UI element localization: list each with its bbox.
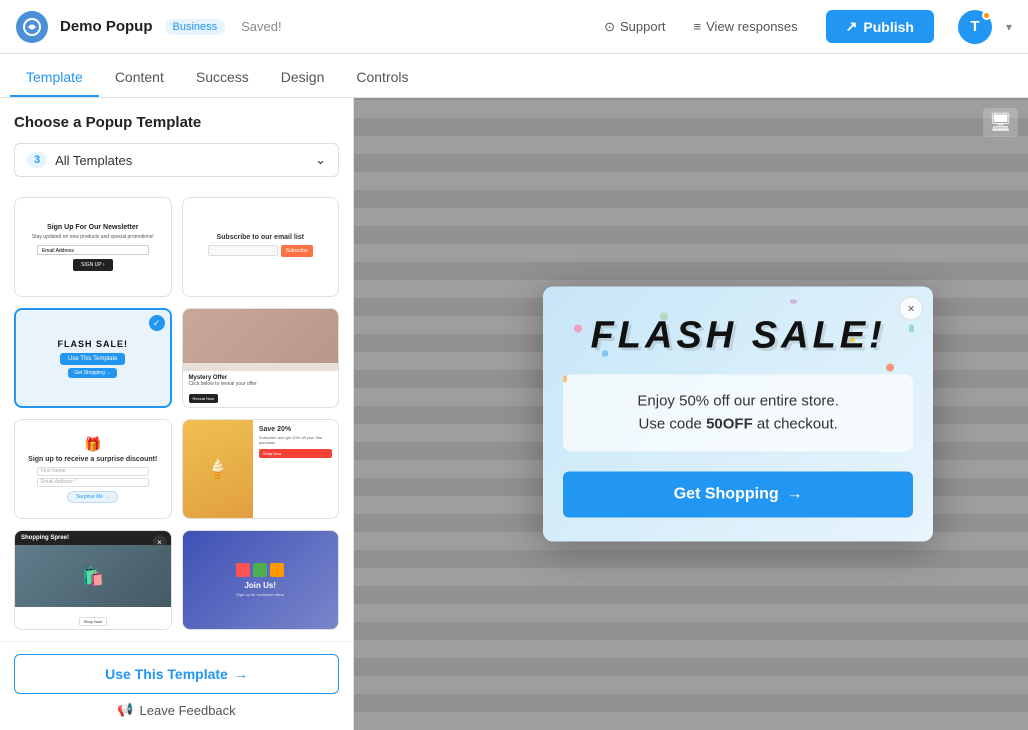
avatar[interactable]: T — [958, 10, 992, 44]
template-card-flashsale[interactable]: ✓ FLASH SALE! Use This Template Get Shop… — [14, 308, 172, 408]
use-template-button[interactable]: Use This Template → — [14, 654, 339, 694]
popup-cta-button[interactable]: Get Shopping → — [563, 472, 913, 518]
notification-dot — [982, 11, 991, 20]
view-responses-link[interactable]: ≡ View responses — [694, 19, 798, 34]
card-input: Email Address — [37, 245, 149, 255]
cta-arrow-icon: → — [787, 486, 803, 504]
card-footer: Shop Now — [15, 607, 171, 629]
card-title: Subscribe to our email list — [216, 234, 304, 241]
support-label: Support — [620, 19, 666, 34]
template-card-subscribe[interactable]: Subscribe to our email list Subscribe — [182, 197, 340, 297]
sidebar-footer: Use This Template → 📢 Leave Feedback — [0, 641, 353, 730]
card-title: Join Us! — [244, 581, 276, 590]
tab-success[interactable]: Success — [180, 59, 265, 97]
list-icon: ≡ — [694, 19, 702, 34]
popup-body-text: Enjoy 50% off our entire store. Use code… — [579, 391, 897, 436]
popup-flash-sale-title: FLASH SALE! — [573, 317, 903, 355]
arrow-icon: → — [234, 666, 248, 682]
card-form: Subscribe — [208, 245, 313, 257]
question-icon: ⊙ — [604, 19, 615, 35]
share-icon: ↗ — [846, 18, 858, 35]
tab-template[interactable]: Template — [10, 59, 99, 97]
popup-modal: × FLASH SALE! Enjoy 50% off our entire s… — [543, 287, 933, 542]
card-email: Email Address * — [37, 478, 149, 487]
card-title: Sign Up For Our Newsletter — [47, 224, 138, 231]
sidebar: Choose a Popup Template 3 All Templates … — [0, 98, 354, 730]
filter-label: All Templates — [55, 153, 132, 168]
app-title: Demo Popup — [60, 18, 153, 35]
main-preview: 🖥 × FLASH SALE! Enjoy — [354, 98, 1028, 730]
app-logo — [16, 11, 48, 43]
tab-design[interactable]: Design — [265, 59, 341, 97]
card-header: Shopping Spree! — [15, 531, 171, 545]
template-card-shopping-spree[interactable]: × Shopping Spree! 🛍️ Shop Now — [14, 530, 172, 630]
tab-controls[interactable]: Controls — [340, 59, 424, 97]
card-use-btn[interactable]: Use This Template — [60, 353, 125, 365]
close-icon: × — [908, 302, 915, 316]
card-image: 🛍️ — [15, 545, 171, 607]
card-first-name: First Name — [37, 467, 149, 476]
leave-feedback-link[interactable]: 📢 Leave Feedback — [14, 702, 339, 718]
card-flash-title: FLASH SALE! — [58, 339, 129, 349]
saved-status: Saved! — [241, 19, 281, 34]
popup-close-button[interactable]: × — [899, 297, 923, 321]
card-btn: SIGN UP › — [73, 259, 113, 271]
main-layout: Choose a Popup Template 3 All Templates … — [0, 98, 1028, 730]
cta-label: Get Shopping — [674, 486, 779, 504]
publish-button[interactable]: ↗ Publish — [826, 10, 934, 43]
card-title: Sign up to receive a surprise discount! — [28, 456, 157, 463]
use-template-label: Use This Template — [105, 666, 228, 682]
mystery-text-area: Mystery Offer Click below to reveal your… — [183, 371, 339, 407]
template-filter-dropdown[interactable]: 3 All Templates ⌄ — [14, 143, 339, 177]
template-card-mystery[interactable]: Mystery Offer Click below to reveal your… — [182, 308, 340, 408]
tab-content[interactable]: Content — [99, 59, 180, 97]
selected-checkmark: ✓ — [149, 315, 165, 331]
desktop-view-icon[interactable]: 🖥 — [983, 108, 1018, 137]
chevron-down-icon: ⌄ — [315, 152, 326, 168]
support-link[interactable]: ⊙ Support — [604, 19, 665, 35]
template-card-surprise[interactable]: 🎁 Sign up to receive a surprise discount… — [14, 419, 172, 519]
card-sub: Sign up for exclusive offers — [236, 592, 284, 597]
template-card-joinus[interactable]: Join Us! Sign up for exclusive offers — [182, 530, 340, 630]
template-card-save20[interactable]: 🍦 Save 20% Subscribe and get 20% off you… — [182, 419, 340, 519]
card-image-side: 🍦 — [183, 420, 253, 518]
card-surprise-btn: Surprise Me → — [67, 491, 118, 503]
template-grid: Sign Up For Our Newsletter Stay updated … — [0, 187, 353, 641]
card-sub: Stay updated on new products and special… — [32, 234, 154, 240]
view-responses-label: View responses — [706, 19, 798, 34]
card-icons — [236, 563, 284, 577]
nav-tabs: Template Content Success Design Controls — [0, 54, 1028, 98]
popup-top-section: FLASH SALE! — [543, 287, 933, 375]
leave-feedback-label: Leave Feedback — [140, 703, 236, 718]
plan-badge: Business — [165, 19, 226, 35]
app-header: Demo Popup Business Saved! ⊙ Support ≡ V… — [0, 0, 1028, 54]
sidebar-header: Choose a Popup Template 3 All Templates … — [0, 98, 353, 187]
popup-body: Enjoy 50% off our entire store. Use code… — [563, 375, 913, 452]
chevron-down-icon: ▾ — [1006, 20, 1012, 34]
sidebar-title: Choose a Popup Template — [14, 114, 339, 131]
template-count-badge: 3 — [27, 152, 47, 168]
template-card-newsletter[interactable]: Sign Up For Our Newsletter Stay updated … — [14, 197, 172, 297]
megaphone-icon: 📢 — [117, 702, 133, 718]
card-text-side: Save 20% Subscribe and get 20% off your … — [253, 420, 338, 518]
card-get-btn: Get Shopping → — [68, 368, 117, 378]
mystery-bg-image — [183, 309, 339, 363]
